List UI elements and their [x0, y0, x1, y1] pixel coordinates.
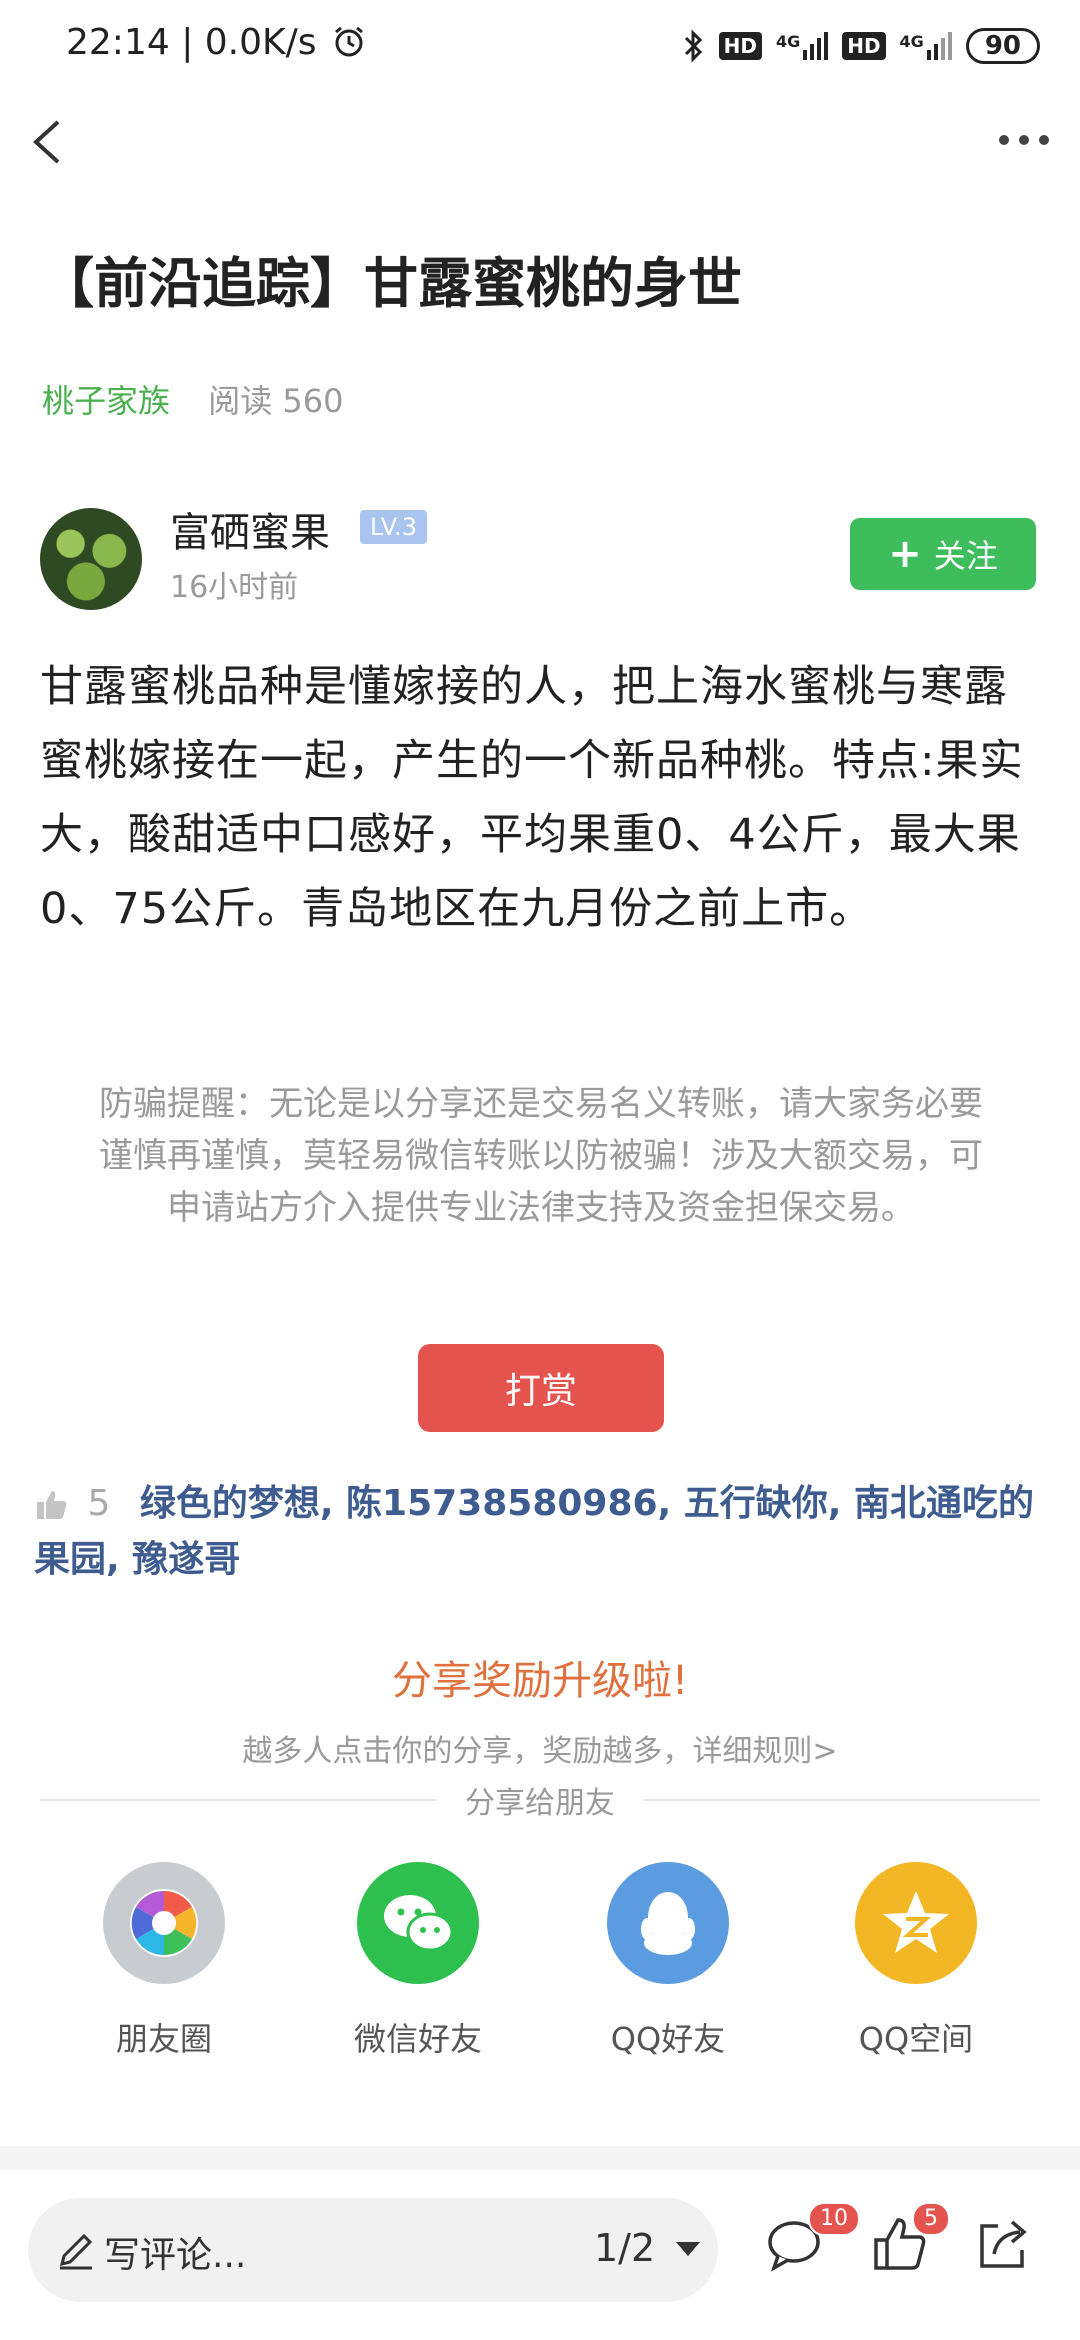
status-time: 22:14 | 0.0K/s — [66, 22, 366, 63]
footer-separator — [0, 2146, 1080, 2170]
share-button[interactable] — [972, 2212, 1036, 2276]
share-icon — [980, 2220, 1027, 2268]
article-title: 【前沿追踪】甘露蜜桃的身世 — [40, 252, 742, 315]
status-bar: 22:14 | 0.0K/s HD 4G HD 4G 90 — [0, 0, 1080, 96]
share-label-qq: QQ好友 — [610, 2020, 726, 2058]
bluetooth-icon — [684, 29, 702, 63]
battery-indicator: 90 — [965, 28, 1040, 64]
fraud-warning: 防骗提醒：无论是以分享还是交易名义转账，请大家务必要谨慎再谨慎，莫轻易微信转账以… — [99, 1084, 983, 1228]
thumbs-up-icon — [37, 1491, 67, 1519]
article-meta: 桃子家族 阅读 560 — [42, 376, 343, 422]
follow-label: 关注 — [933, 537, 998, 575]
alarm-icon — [335, 26, 363, 57]
read-count: 阅读 560 — [208, 382, 344, 420]
network-type-2: 4G — [899, 32, 924, 51]
divider-line-right — [643, 1799, 1040, 1801]
post-time: 16小时前 — [170, 570, 299, 605]
divider-line-left — [40, 1799, 437, 1801]
share-moments[interactable]: 朋友圈 — [64, 1862, 264, 2060]
qq-icon — [607, 1862, 729, 1984]
share-qq[interactable]: QQ好友 — [568, 1862, 768, 2060]
avatar[interactable] — [40, 508, 142, 610]
share-wechat[interactable]: 微信好友 — [318, 1862, 518, 2060]
more-dots-icon — [999, 135, 1049, 145]
qzone-icon — [855, 1862, 977, 1984]
article-body: 甘露蜜桃品种是懂嫁接的人，把上海水蜜桃与寒露蜜桃嫁接在一起，产生的一个新品种桃。… — [40, 662, 1024, 934]
category-link[interactable]: 桃子家族 — [42, 382, 170, 420]
signal-bars-1-icon — [803, 32, 829, 60]
status-indicators: HD 4G HD 4G 90 — [683, 24, 1040, 68]
like-count: 5 — [87, 1483, 111, 1524]
chevron-left-icon — [33, 120, 60, 164]
hd-badge-1: HD — [718, 32, 762, 60]
share-label-wechat: 微信好友 — [353, 2020, 482, 2058]
comment-count-badge: 10 — [808, 2202, 860, 2236]
share-label-moments: 朋友圈 — [115, 2020, 212, 2058]
level-badge: LV.3 — [360, 510, 427, 544]
like-count-badge: 5 — [912, 2202, 950, 2236]
share-rules-link[interactable]: 越多人点击你的分享，奖励越多，详细规则> — [0, 1726, 1080, 1770]
wechat-icon — [357, 1862, 479, 1984]
comment-placeholder[interactable]: 写评论... — [104, 2226, 246, 2278]
dropdown-arrow-icon[interactable] — [676, 2242, 700, 2256]
share-label-qzone: QQ空间 — [858, 2020, 974, 2058]
page-indicator[interactable]: 1/2 — [594, 2226, 655, 2270]
signal-1: 4G — [775, 32, 829, 60]
share-title: 分享奖励升级啦! — [391, 1658, 689, 1704]
share-divider: 分享给朋友 — [40, 1778, 1040, 1822]
share-divider-label: 分享给朋友 — [465, 1786, 615, 1821]
share-qzone[interactable]: QQ空间 — [816, 1862, 1016, 2060]
liker-names[interactable]: 绿色的梦想, 陈15738580986, 五行缺你, 南北通吃的果园, 豫遂哥 — [34, 1483, 1034, 1580]
follow-button[interactable]: + 关注 — [850, 518, 1036, 590]
hd-badge-2: HD — [842, 32, 886, 60]
signal-2: 4G — [900, 32, 952, 60]
pen-icon — [59, 2233, 93, 2270]
plus-icon: + — [888, 531, 922, 577]
signal-bars-2-icon — [926, 32, 952, 60]
author-name[interactable]: 富硒蜜果 — [170, 500, 330, 558]
reward-button[interactable]: 打赏 — [418, 1344, 664, 1432]
likes-row: 5 绿色的梦想, 陈15738580986, 五行缺你, 南北通吃的果园, 豫遂… — [34, 1476, 1044, 1588]
network-type-1: 4G — [775, 32, 801, 51]
moments-icon — [103, 1862, 225, 1984]
status-time-text: 22:14 | 0.0K/s — [66, 22, 317, 63]
more-button[interactable] — [994, 120, 1054, 160]
back-button[interactable] — [22, 112, 82, 172]
